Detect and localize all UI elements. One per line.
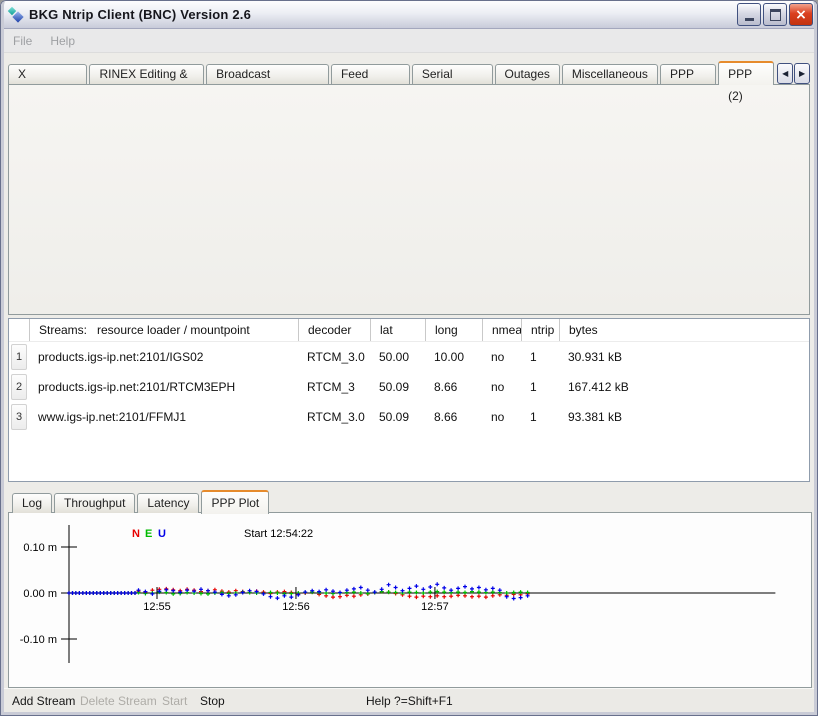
svg-text:-0.10 m: -0.10 m	[20, 634, 57, 646]
svg-text:N: N	[132, 528, 140, 540]
decoder-cell: RTCM_3	[298, 380, 370, 394]
top-tab-bar: X Ephemeris RINEX Editing & QC Broadcast…	[8, 60, 810, 84]
lat-cell: 50.09	[370, 380, 425, 394]
tab-throughput[interactable]: Throughput	[54, 493, 135, 513]
tab-ppp-2[interactable]: PPP (2)	[718, 61, 774, 85]
mountpoint-cell: products.igs-ip.net:2101/RTCM3EPH	[29, 380, 298, 394]
nmea-cell: no	[482, 410, 521, 424]
start-button[interactable]: Start	[162, 694, 187, 708]
long-cell: 8.66	[425, 380, 482, 394]
ntrip-cell: 1	[521, 350, 559, 364]
row-number[interactable]: 3	[11, 404, 27, 430]
bytes-header[interactable]: bytes	[559, 319, 809, 341]
bottom-tab-bar: Log Throughput Latency PPP Plot	[12, 490, 271, 513]
tab-log[interactable]: Log	[12, 493, 52, 513]
button-bar: Add Stream Delete Stream Start Stop Help…	[4, 688, 814, 713]
bytes-cell: 93.381 kB	[559, 410, 809, 424]
tab-broadcast-corrections[interactable]: Broadcast Corrections	[206, 64, 329, 84]
minimize-icon	[745, 18, 754, 21]
help-shortcut-label: Help ?=Shift+F1	[366, 694, 453, 708]
streams-table: Streams: resource loader / mountpoint de…	[8, 318, 810, 482]
menu-file[interactable]: File	[4, 31, 41, 51]
ppp2-panel	[8, 84, 810, 315]
svg-text:0.10 m: 0.10 m	[23, 542, 57, 554]
svg-text:U: U	[158, 528, 166, 540]
svg-text:E: E	[145, 528, 152, 540]
long-cell: 10.00	[425, 350, 482, 364]
tab-scroll-right-button[interactable]: ▶	[794, 63, 810, 84]
minimize-button[interactable]	[737, 3, 761, 26]
svg-text:0.00 m: 0.00 m	[23, 588, 57, 600]
decoder-cell: RTCM_3.0	[298, 350, 370, 364]
delete-stream-button[interactable]: Delete Stream	[80, 694, 157, 708]
close-button[interactable]: ×	[789, 3, 813, 26]
tab-outages[interactable]: Outages	[495, 64, 560, 84]
table-row[interactable]: 3 www.igs-ip.net:2101/FFMJ1 RTCM_3.0 50.…	[9, 402, 809, 432]
row-number[interactable]: 2	[11, 374, 27, 400]
arrow-right-icon: ▶	[799, 69, 805, 78]
decoder-cell: RTCM_3.0	[298, 410, 370, 424]
window-title: BKG Ntrip Client (BNC) Version 2.6	[29, 7, 251, 22]
maximize-icon	[770, 9, 781, 21]
table-row[interactable]: 1 products.igs-ip.net:2101/IGS02 RTCM_3.…	[9, 342, 809, 372]
tab-latency[interactable]: Latency	[137, 493, 199, 513]
svg-text:Start 12:54:22: Start 12:54:22	[244, 528, 313, 540]
mountpoint-header[interactable]: Streams: resource loader / mountpoint	[29, 319, 298, 341]
mountpoint-cell: products.igs-ip.net:2101/IGS02	[29, 350, 298, 364]
lat-cell: 50.00	[370, 350, 425, 364]
nmea-cell: no	[482, 380, 521, 394]
tab-feed-engine[interactable]: Feed Engine	[331, 64, 410, 84]
tab-ppp-plot[interactable]: PPP Plot	[201, 490, 269, 514]
bnc-window: BKG Ntrip Client (BNC) Version 2.6 × Fil…	[0, 0, 818, 716]
svg-text:12:55: 12:55	[143, 601, 171, 613]
menu-help[interactable]: Help	[41, 31, 84, 51]
long-cell: 8.66	[425, 410, 482, 424]
maximize-button[interactable]	[763, 3, 787, 26]
tab-miscellaneous[interactable]: Miscellaneous	[562, 64, 658, 84]
bytes-cell: 30.931 kB	[559, 350, 809, 364]
tab-rinex-editing[interactable]: RINEX Editing & QC	[89, 64, 204, 84]
menu-bar: File Help	[4, 29, 814, 53]
tab-rinex-ephemeris[interactable]: X Ephemeris	[8, 64, 87, 84]
close-icon: ×	[795, 8, 807, 22]
nmea-cell: no	[482, 350, 521, 364]
row-number[interactable]: 1	[11, 344, 27, 370]
tab-scroll-left-button[interactable]: ◀	[777, 63, 793, 84]
stop-button[interactable]: Stop	[200, 694, 225, 708]
nmea-header[interactable]: nmea	[482, 319, 521, 341]
tab-serial-output[interactable]: Serial Output	[412, 64, 493, 84]
lat-header[interactable]: lat	[370, 319, 425, 341]
long-header[interactable]: long	[425, 319, 482, 341]
ppp-plot-svg: 0.10 m 0.00 m -0.10 m 12:55 12:56 12:57 NEU Sta…	[10, 513, 806, 684]
app-icon	[8, 7, 24, 23]
ntrip-cell: 1	[521, 410, 559, 424]
svg-text:12:57: 12:57	[421, 601, 449, 613]
mountpoint-cell: www.igs-ip.net:2101/FFMJ1	[29, 410, 298, 424]
tab-ppp-1[interactable]: PPP (1)	[660, 64, 716, 84]
add-stream-button[interactable]: Add Stream	[12, 694, 75, 708]
arrow-left-icon: ◀	[782, 69, 788, 78]
bytes-cell: 167.412 kB	[559, 380, 809, 394]
ntrip-cell: 1	[521, 380, 559, 394]
lat-cell: 50.09	[370, 410, 425, 424]
rownum-header	[9, 319, 29, 341]
svg-text:12:56: 12:56	[282, 601, 310, 613]
title-bar[interactable]: BKG Ntrip Client (BNC) Version 2.6 ×	[1, 1, 817, 29]
decoder-header[interactable]: decoder	[298, 319, 370, 341]
streams-table-header: Streams: resource loader / mountpoint de…	[9, 319, 809, 342]
table-row[interactable]: 2 products.igs-ip.net:2101/RTCM3EPH RTCM…	[9, 372, 809, 402]
ntrip-header[interactable]: ntrip	[521, 319, 559, 341]
